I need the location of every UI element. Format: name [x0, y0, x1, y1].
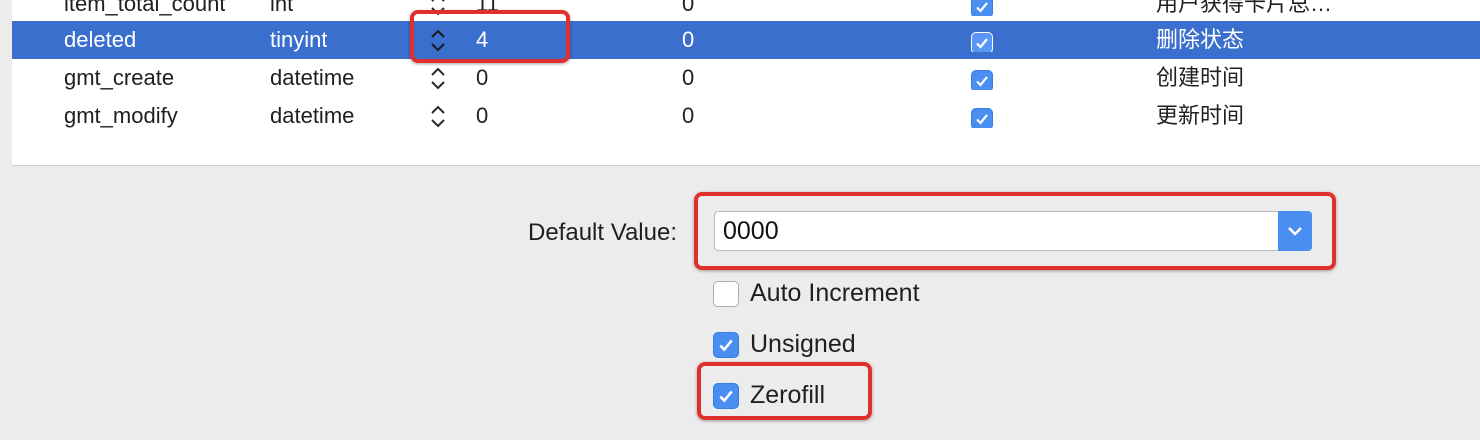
zerofill-checkbox[interactable] [713, 383, 739, 409]
allow-null-checkbox[interactable] [971, 66, 993, 90]
column-name: deleted [64, 27, 137, 52]
allow-null-checkbox[interactable] [971, 104, 993, 128]
column-length[interactable]: 0 [476, 59, 488, 97]
column-name: gmt_create [64, 65, 175, 90]
column-comment[interactable]: 用户获得卡片总… [1156, 0, 1332, 23]
column-type[interactable]: int [270, 0, 293, 23]
column-comment[interactable]: 删除状态 [1156, 21, 1244, 59]
column-type[interactable]: datetime [270, 97, 354, 135]
length-stepper-icon[interactable] [428, 21, 448, 59]
column-decimals[interactable]: 0 [682, 0, 694, 23]
table-row-selected[interactable]: deleted tinyint 4 0 删除状态 [12, 21, 1480, 59]
length-stepper-icon[interactable] [428, 59, 448, 97]
chevron-down-icon [1288, 227, 1302, 236]
default-value-input[interactable]: 0000 [723, 217, 779, 246]
field-details-panel: Default Value: 0000 Auto Increment Unsig… [12, 166, 1480, 440]
default-value-combobox[interactable]: 0000 [714, 211, 1312, 251]
table-row[interactable]: item_total_count int 11 0 用户获得卡片总… [12, 0, 1480, 23]
column-name: item_total_count [64, 0, 226, 16]
default-value-label: Default Value: [528, 219, 677, 246]
column-decimals[interactable]: 0 [682, 21, 694, 59]
column-type[interactable]: tinyint [270, 21, 327, 59]
length-stepper-icon[interactable] [428, 0, 448, 23]
column-type[interactable]: datetime [270, 59, 354, 97]
auto-increment-checkbox[interactable] [713, 281, 739, 307]
columns-table: item_total_count int 11 0 用户获得卡片总… delet… [12, 0, 1480, 166]
column-comment[interactable]: 更新时间 [1156, 97, 1244, 135]
column-length[interactable]: 0 [476, 97, 488, 135]
zerofill-label[interactable]: Zerofill [750, 380, 825, 410]
column-length[interactable]: 4 [476, 21, 488, 59]
table-row[interactable]: gmt_modify datetime 0 0 更新时间 [12, 97, 1480, 135]
column-name: gmt_modify [64, 103, 178, 128]
unsigned-checkbox[interactable] [713, 332, 739, 358]
auto-increment-label[interactable]: Auto Increment [750, 278, 920, 308]
allow-null-checkbox[interactable] [971, 0, 993, 16]
column-length[interactable]: 11 [476, 0, 499, 23]
table-row[interactable]: gmt_create datetime 0 0 创建时间 [12, 59, 1480, 97]
dropdown-button[interactable] [1278, 211, 1312, 251]
length-stepper-icon[interactable] [428, 97, 448, 135]
column-decimals[interactable]: 0 [682, 97, 694, 135]
column-comment[interactable]: 创建时间 [1156, 59, 1244, 97]
column-decimals[interactable]: 0 [682, 59, 694, 97]
allow-null-checkbox[interactable] [971, 28, 993, 52]
unsigned-label[interactable]: Unsigned [750, 329, 856, 359]
